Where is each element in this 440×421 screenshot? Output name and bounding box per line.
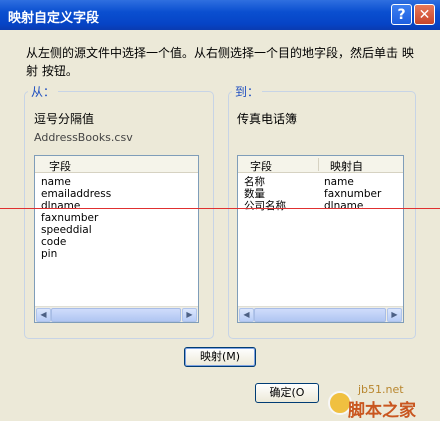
- source-horizontal-scrollbar[interactable]: ◀ ▶: [35, 306, 198, 322]
- destination-column-mapped-from[interactable]: 映射自: [330, 158, 363, 174]
- source-field-item[interactable]: speeddial: [41, 224, 111, 236]
- destination-field-name: 公司名称: [244, 200, 286, 212]
- watermark-name: 脚本之家: [348, 401, 416, 421]
- destination-field-name: 数量: [244, 188, 265, 200]
- watermark: jb51.net 脚本之家: [328, 383, 440, 421]
- source-field-item[interactable]: code: [41, 236, 111, 248]
- close-button[interactable]: ✕: [414, 4, 435, 25]
- ok-button[interactable]: 确定(O: [255, 383, 319, 403]
- help-button[interactable]: ?: [391, 4, 412, 25]
- source-group-title: 从：: [28, 83, 59, 100]
- title-bar[interactable]: 映射自定义字段 ? ✕: [0, 0, 440, 30]
- scroll-left-icon[interactable]: ◀: [36, 308, 51, 322]
- watermark-url: jb51.net: [358, 383, 404, 396]
- source-field-item[interactable]: pin: [41, 248, 111, 260]
- destination-list-header[interactable]: 字段 映射自: [238, 156, 403, 173]
- source-file-name: AddressBooks.csv: [34, 131, 133, 144]
- scroll-right-icon[interactable]: ▶: [387, 308, 402, 322]
- destination-mapped-from: dlname: [324, 200, 364, 212]
- destination-group-title: 到：: [232, 83, 263, 100]
- window-title: 映射自定义字段: [8, 11, 100, 26]
- map-button[interactable]: 映射(M): [184, 347, 256, 367]
- destination-column-field[interactable]: 字段: [250, 158, 272, 174]
- scroll-thumb[interactable]: [254, 308, 386, 322]
- annotation-line: [0, 208, 440, 209]
- destination-type-label: 传真电话簿: [237, 112, 298, 126]
- scroll-thumb[interactable]: [51, 308, 181, 322]
- source-field-item[interactable]: name: [41, 176, 111, 188]
- source-field-item[interactable]: emailaddress: [41, 188, 111, 200]
- source-field-item[interactable]: dlname: [41, 200, 111, 212]
- destination-field-name: 名称: [244, 176, 265, 188]
- map-custom-fields-dialog: 映射自定义字段 ? ✕ 从左侧的源文件中选择一个值。从右侧选择一个目的地字段，然…: [0, 0, 440, 421]
- destination-field-list[interactable]: 字段 映射自 名称 name 数量 faxnumber 公司名称 dlname ◀ ▶: [237, 155, 404, 323]
- column-divider[interactable]: [318, 158, 319, 171]
- destination-mapped-from: name: [324, 176, 354, 188]
- source-list-header[interactable]: 字段: [35, 156, 198, 173]
- source-field-item[interactable]: faxnumber: [41, 212, 111, 224]
- source-column-field[interactable]: 字段: [49, 158, 71, 174]
- source-field-rows: name emailaddress dlname faxnumber speeddial…: [41, 176, 111, 260]
- destination-horizontal-scrollbar[interactable]: ◀ ▶: [238, 306, 403, 322]
- instruction-text: 从左侧的源文件中选择一个值。从右侧选择一个目的地字段，然后单击 映射 按钮。: [26, 46, 414, 78]
- scroll-left-icon[interactable]: ◀: [239, 308, 254, 322]
- scroll-right-icon[interactable]: ▶: [182, 308, 197, 322]
- source-type-label: 逗号分隔值: [34, 112, 95, 126]
- source-field-list[interactable]: 字段 name emailaddress dlname faxnumber speedd…: [34, 155, 199, 323]
- destination-mapped-from: faxnumber: [324, 188, 382, 200]
